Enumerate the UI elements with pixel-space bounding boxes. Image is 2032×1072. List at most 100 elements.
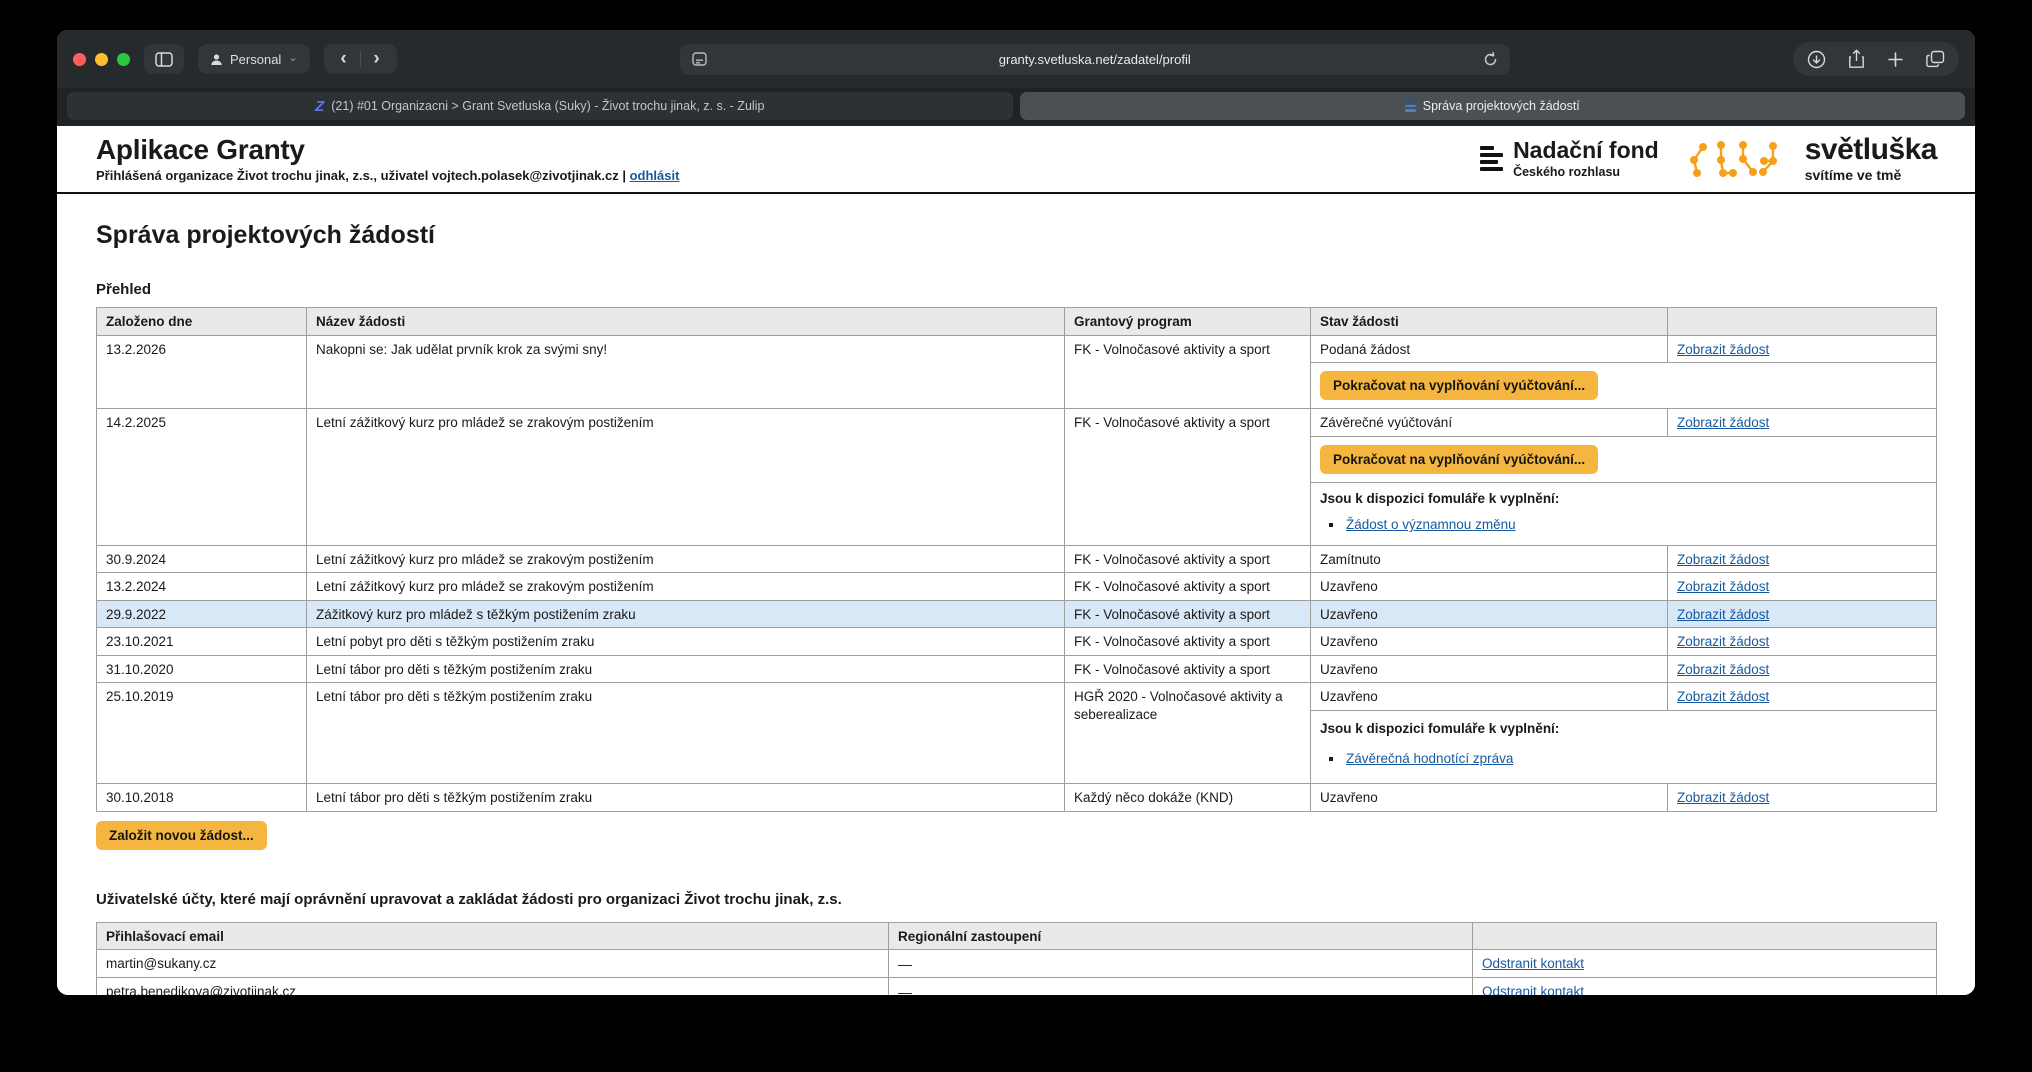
forms-available-label: Jsou k dispozici fomuláře k vyplnění:: [1320, 720, 1927, 738]
col-email: Přihlašovací email: [97, 922, 889, 950]
cell-name: Letní tábor pro děti s těžkým postižením…: [307, 784, 1065, 812]
cell-date: 14.2.2025: [97, 409, 307, 546]
table-row: martin@sukany.cz — Odstranit kontakt: [97, 950, 1937, 978]
table-row: 30.9.2024 Letní zážitkový kurz pro mláde…: [97, 545, 1937, 573]
cell-continue: Pokračovat na vyplňování vyúčtování...: [1311, 436, 1937, 482]
svetluska-logo: světluška svítíme ve tmě: [1685, 135, 1937, 183]
cell-name: Letní pobyt pro děti s těžkým postižením…: [307, 628, 1065, 656]
minimize-window-button[interactable]: [95, 53, 108, 66]
tab-overview-icon[interactable]: [1926, 50, 1945, 68]
toolbar-actions: [1793, 42, 1959, 76]
col-region: Regionální zastoupení: [889, 922, 1473, 950]
close-window-button[interactable]: [73, 53, 86, 66]
cell-date: 31.10.2020: [97, 655, 307, 683]
svetluska-dots-icon: [1685, 136, 1789, 182]
continue-accounting-button[interactable]: Pokračovat na vyplňování vyúčtování...: [1320, 445, 1598, 474]
tab-zulip[interactable]: Z (21) #01 Organizacni > Grant Svetluska…: [67, 92, 1013, 120]
cell-date: 13.2.2024: [97, 573, 307, 601]
zoom-window-button[interactable]: [117, 53, 130, 66]
cell-date: 29.9.2022: [97, 600, 307, 628]
view-application-link[interactable]: Zobrazit žádost: [1677, 607, 1769, 622]
view-application-link[interactable]: Zobrazit žádost: [1677, 689, 1769, 704]
view-application-link[interactable]: Zobrazit žádost: [1677, 579, 1769, 594]
sidebar-toggle-button[interactable]: [144, 44, 184, 74]
view-application-link[interactable]: Zobrazit žádost: [1677, 342, 1769, 357]
cell-program: FK - Volnočasové aktivity a sport: [1065, 573, 1311, 601]
cell-date: 25.10.2019: [97, 683, 307, 784]
new-application-button[interactable]: Založit novou žádost...: [96, 821, 267, 850]
cell-account-actions: Odstranit kontakt: [1473, 950, 1937, 978]
logout-link[interactable]: odhlásit: [630, 168, 680, 183]
cell-program: FK - Volnočasové aktivity a sport: [1065, 600, 1311, 628]
cell-status: Podaná žádost: [1311, 335, 1668, 363]
page-content: Správa projektových žádostí Přehled Zalo…: [57, 221, 1975, 995]
cell-program: HGŘ 2020 - Volnočasové aktivity a sebere…: [1065, 683, 1311, 784]
form-link[interactable]: Závěrečná hodnotící zpráva: [1346, 751, 1513, 766]
app-title: Aplikace Granty: [96, 134, 679, 166]
cell-name: Nakopni se: Jak udělat prvník krok za sv…: [307, 335, 1065, 409]
svitime-ve-tme-text: svítíme ve tmě: [1805, 167, 1937, 183]
remove-contact-link[interactable]: Odstranit kontakt: [1482, 956, 1584, 971]
table-row: petra.benedikova@zivotjinak.cz — Odstran…: [97, 978, 1937, 995]
cell-program: FK - Volnočasové aktivity a sport: [1065, 335, 1311, 409]
tab-granty-active[interactable]: Správa projektových žádostí: [1020, 92, 1966, 120]
reload-icon[interactable]: [1483, 52, 1498, 67]
cesky-rozhlas-bars-icon: [1480, 146, 1503, 171]
profile-switcher[interactable]: Personal ⌄: [198, 44, 310, 74]
cell-name: Letní zážitkový kurz pro mládež se zrako…: [307, 545, 1065, 573]
list-item: Žádost o významnou změnu: [1344, 516, 1927, 534]
cell-status: Závěrečné vyúčtování: [1311, 409, 1668, 437]
cell-actions: Zobrazit žádost: [1668, 628, 1937, 656]
col-program: Grantový program: [1065, 308, 1311, 336]
table-row: 30.10.2018 Letní tábor pro děti s těžkým…: [97, 784, 1937, 812]
view-application-link[interactable]: Zobrazit žádost: [1677, 662, 1769, 677]
share-icon[interactable]: [1848, 49, 1865, 69]
remove-contact-link[interactable]: Odstranit kontakt: [1482, 984, 1584, 995]
ceskeho-rozhlasu-text: Českého rozhlasu: [1513, 165, 1659, 179]
cell-date: 23.10.2021: [97, 628, 307, 656]
window-controls: [73, 53, 130, 66]
cell-actions: Zobrazit žádost: [1668, 600, 1937, 628]
cell-status: Uzavřeno: [1311, 784, 1668, 812]
view-application-link[interactable]: Zobrazit žádost: [1677, 552, 1769, 567]
table-row: 25.10.2019 Letní tábor pro děti s těžkým…: [97, 683, 1937, 711]
downloads-icon[interactable]: [1807, 50, 1826, 69]
granty-favicon: [1405, 100, 1416, 112]
cell-date: 30.10.2018: [97, 784, 307, 812]
cell-name: Letní tábor pro děti s těžkým postižením…: [307, 683, 1065, 784]
cell-forms: Jsou k dispozici fomuláře k vyplnění: Zá…: [1311, 711, 1937, 784]
cell-name: Letní zážitkový kurz pro mládež se zrako…: [307, 409, 1065, 546]
table-row: 13.2.2026 Nakopni se: Jak udělat prvník …: [97, 335, 1937, 363]
back-button[interactable]: ‹: [328, 44, 360, 74]
address-bar[interactable]: granty.svetluska.net/zadatel/profil: [680, 44, 1510, 75]
view-application-link[interactable]: Zobrazit žádost: [1677, 790, 1769, 805]
tab-zulip-label: (21) #01 Organizacni > Grant Svetluska (…: [331, 99, 764, 113]
view-application-link[interactable]: Zobrazit žádost: [1677, 415, 1769, 430]
accounts-header-row: Přihlašovací email Regionální zastoupení: [97, 922, 1937, 950]
site-header: Aplikace Granty Přihlášená organizace Ži…: [57, 126, 1975, 194]
new-tab-icon[interactable]: [1887, 51, 1904, 68]
cell-status: Uzavřeno: [1311, 600, 1668, 628]
cell-actions: Zobrazit žádost: [1668, 545, 1937, 573]
tab-bar: Z (21) #01 Organizacni > Grant Svetluska…: [57, 88, 1975, 126]
table-row-highlighted[interactable]: 29.9.2022 Zážitkový kurz pro mládež s tě…: [97, 600, 1937, 628]
cell-status: Uzavřeno: [1311, 683, 1668, 711]
cell-program: FK - Volnočasové aktivity a sport: [1065, 628, 1311, 656]
cell-actions: Zobrazit žádost: [1668, 335, 1937, 363]
continue-accounting-button[interactable]: Pokračovat na vyplňování vyúčtování...: [1320, 371, 1598, 400]
cell-program: FK - Volnočasové aktivity a sport: [1065, 545, 1311, 573]
zulip-icon: Z: [315, 99, 324, 114]
page-settings-icon: [692, 52, 707, 66]
overview-label: Přehled: [96, 281, 1937, 298]
applications-table: Založeno dne Název žádosti Grantový prog…: [96, 307, 1937, 812]
form-link[interactable]: Žádost o významnou změnu: [1346, 517, 1516, 532]
view-application-link[interactable]: Zobrazit žádost: [1677, 634, 1769, 649]
cell-email: martin@sukany.cz: [97, 950, 889, 978]
list-item: Závěrečná hodnotící zpráva: [1344, 750, 1927, 768]
browser-window: Personal ⌄ ‹ › granty.svetluska.net/zada…: [57, 30, 1975, 995]
cell-actions: Zobrazit žádost: [1668, 683, 1937, 711]
cell-program: FK - Volnočasové aktivity a sport: [1065, 655, 1311, 683]
forward-button[interactable]: ›: [361, 44, 393, 74]
accounts-table: Přihlašovací email Regionální zastoupení…: [96, 922, 1937, 995]
table-row: 13.2.2024 Letní zážitkový kurz pro mláde…: [97, 573, 1937, 601]
